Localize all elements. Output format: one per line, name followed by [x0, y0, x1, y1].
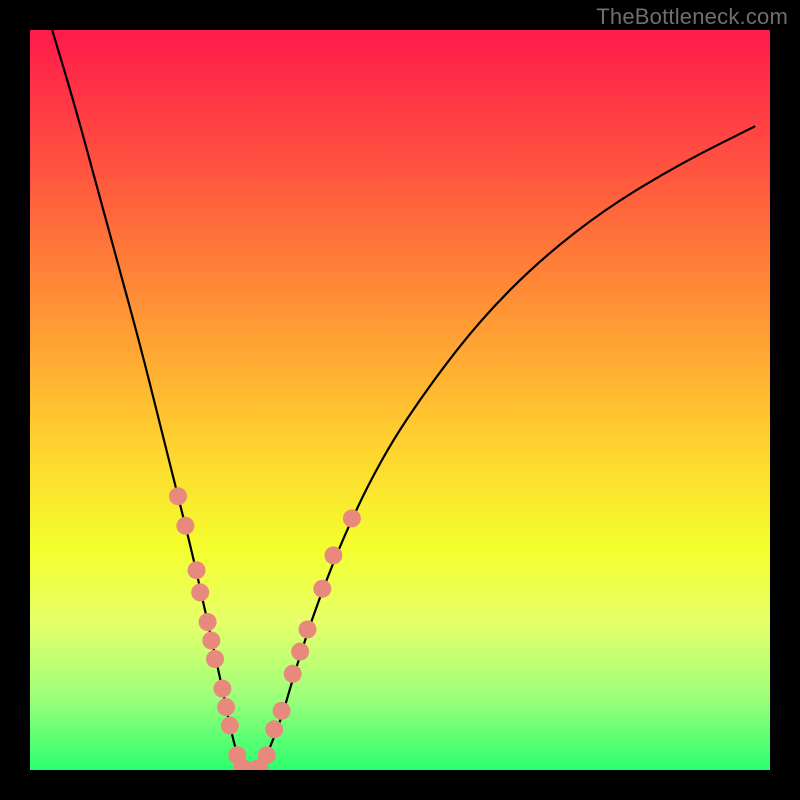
marker-dot [213, 680, 231, 698]
chart-svg [30, 30, 770, 770]
marker-dot [199, 613, 217, 631]
chart-frame: TheBottleneck.com [0, 0, 800, 800]
marker-dot [284, 665, 302, 683]
marker-dot [221, 717, 239, 735]
marker-dot [299, 620, 317, 638]
marker-dot [291, 643, 309, 661]
marker-dot [313, 580, 331, 598]
marker-dot [343, 509, 361, 527]
marker-dot [188, 561, 206, 579]
gradient-background [30, 30, 770, 770]
marker-dot [191, 583, 209, 601]
marker-dot [217, 698, 235, 716]
marker-dot [202, 632, 220, 650]
plot-area [30, 30, 770, 770]
marker-dot [169, 487, 187, 505]
watermark-label: TheBottleneck.com [596, 4, 788, 30]
marker-dot [258, 746, 276, 764]
marker-dot [265, 720, 283, 738]
marker-dot [324, 546, 342, 564]
marker-dot [176, 517, 194, 535]
marker-dot [273, 702, 291, 720]
marker-dot [206, 650, 224, 668]
